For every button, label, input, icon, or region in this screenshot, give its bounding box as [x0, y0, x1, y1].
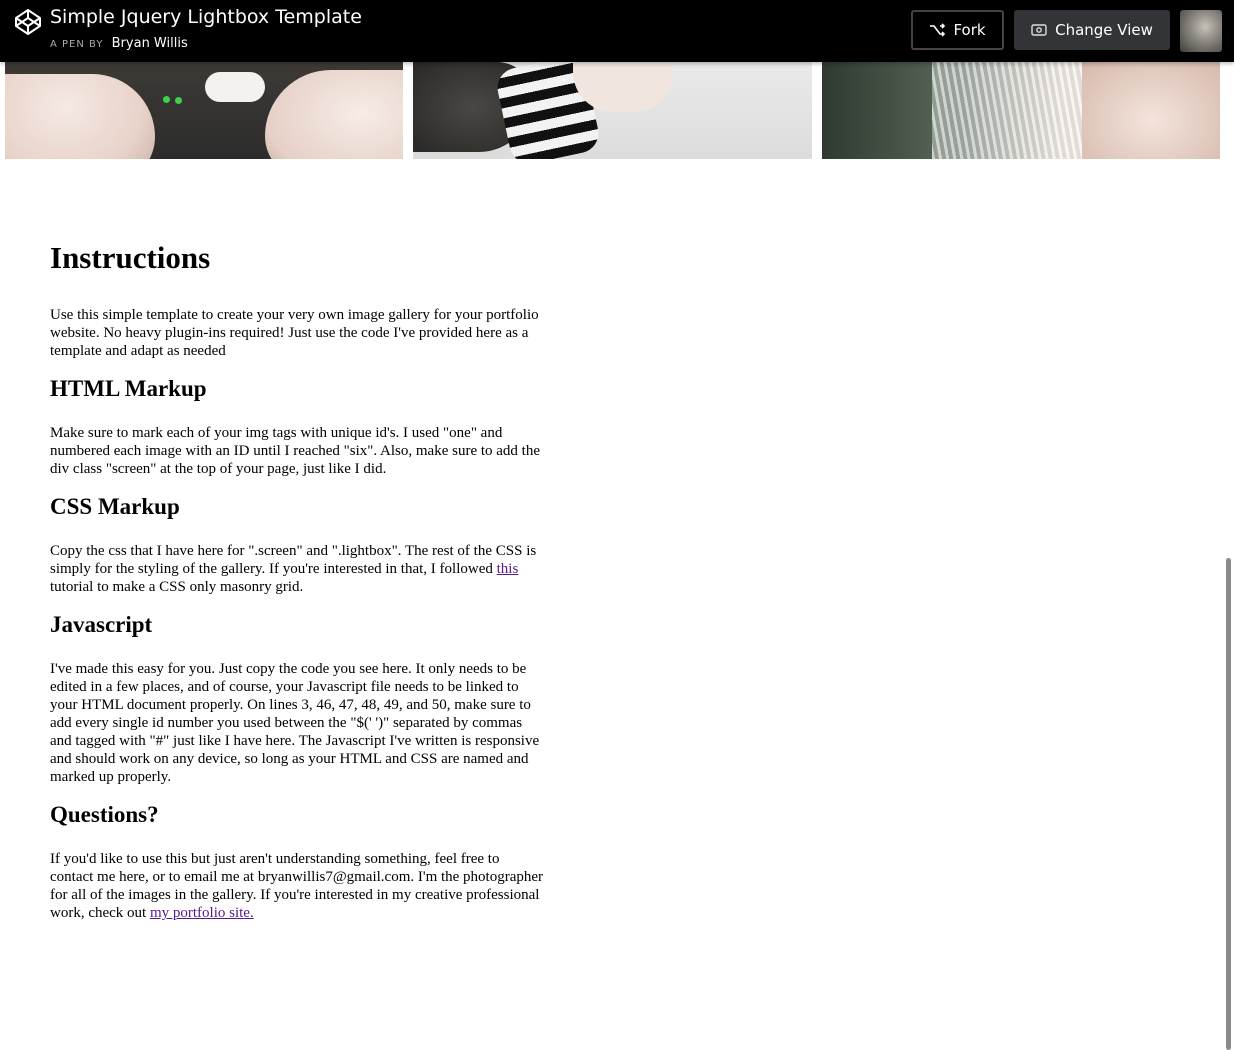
instructions-content: Instructions Use this simple template to… — [50, 236, 544, 936]
masonry-tutorial-link[interactable]: this — [497, 561, 519, 577]
gallery-image-3[interactable] — [822, 62, 1220, 159]
css-markup-heading: CSS Markup — [50, 494, 180, 519]
html-markup-heading: HTML Markup — [50, 376, 207, 401]
questions-heading: Questions? — [50, 802, 159, 827]
pen-title[interactable]: Simple Jquery Lightbox Template — [50, 6, 362, 28]
fork-icon — [930, 23, 946, 37]
questions-text-body: If you'd like to use this but just aren'… — [50, 851, 544, 921]
pen-byline: A PEN BY Bryan Willis — [50, 36, 188, 51]
portfolio-link[interactable]: my portfolio site. — [150, 905, 254, 921]
pen-header: Simple Jquery Lightbox Template A PEN BY… — [0, 0, 1234, 62]
page-scrollbar[interactable] — [1224, 62, 1234, 1050]
scrollbar-thumb[interactable] — [1226, 558, 1231, 1050]
user-avatar[interactable] — [1180, 10, 1222, 52]
change-view-icon — [1031, 24, 1047, 36]
css-text-after: tutorial to make a CSS only masonry grid… — [50, 579, 304, 595]
javascript-heading: Javascript — [50, 612, 153, 637]
javascript-text: I've made this easy for you. Just copy t… — [50, 661, 540, 785]
css-text-before: Copy the css that I have here for ".scre… — [50, 543, 537, 577]
fork-button[interactable]: Fork — [911, 10, 1004, 50]
codepen-logo-icon[interactable] — [14, 8, 42, 36]
gallery-image-2[interactable] — [413, 62, 812, 159]
gallery-image-1[interactable] — [5, 62, 403, 159]
css-markup-text: Copy the css that I have here for ".scre… — [50, 542, 544, 596]
change-view-button[interactable]: Change View — [1014, 10, 1170, 50]
author-link[interactable]: Bryan Willis — [112, 36, 188, 51]
instructions-title: Instructions — [50, 240, 211, 275]
fork-label: Fork — [953, 21, 986, 39]
image-gallery — [0, 62, 1234, 159]
byline-prefix: A PEN BY — [50, 39, 104, 50]
questions-text: If you'd like to use this but just aren'… — [50, 850, 544, 922]
intro-text: Use this simple template to create your … — [50, 307, 539, 359]
html-markup-text: Make sure to mark each of your img tags … — [50, 425, 541, 477]
change-view-label: Change View — [1055, 21, 1153, 39]
